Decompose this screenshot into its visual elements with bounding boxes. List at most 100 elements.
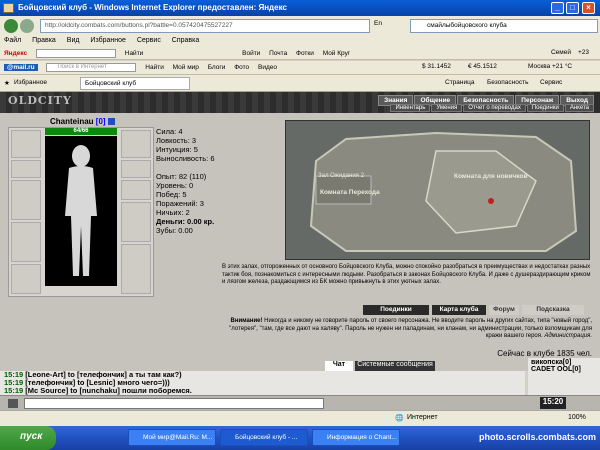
player-marker-icon xyxy=(488,198,494,204)
zoom-level[interactable]: 100% xyxy=(568,414,586,421)
start-button[interactable]: пуск xyxy=(0,426,56,450)
yandex-mail[interactable]: Почта xyxy=(269,50,287,57)
mailru-search-input[interactable]: Поиск в Интернет xyxy=(46,63,137,72)
gloves-slot[interactable] xyxy=(121,180,151,200)
task-myworld[interactable]: Мой мир@Mail.Ru: M... xyxy=(128,429,216,446)
yandex-find-button[interactable]: Найти xyxy=(125,50,144,57)
room-transition[interactable]: Комната Перехода xyxy=(320,189,380,196)
nav-profile[interactable]: Анкета xyxy=(564,104,594,112)
room-newbies[interactable]: Комната для новичков xyxy=(454,173,527,180)
menu-view[interactable]: Вид xyxy=(67,37,80,44)
safety-menu[interactable]: Безопасность xyxy=(487,79,528,86)
page-menu[interactable]: Страница xyxy=(445,79,474,86)
menu-bar: Файл Правка Вид Избранное Сервис Справка xyxy=(0,36,600,47)
chat-input[interactable] xyxy=(24,398,324,409)
club-map: Зал Ожидания 2 Комната Перехода Комната … xyxy=(285,120,590,260)
favorites-bar: ★ Избранное Бойцовский клуб Страница Без… xyxy=(0,75,600,92)
yandex-photos[interactable]: Фотки xyxy=(296,50,314,57)
smiley-icon[interactable] xyxy=(8,399,18,408)
address-toolbar: http://oldcity.combats.com/buttons.pl?ba… xyxy=(0,16,600,36)
mailru-myworld[interactable]: Мой мир xyxy=(173,64,199,71)
nav-skills[interactable]: Умения xyxy=(431,104,463,112)
game-header: OLDCITY Знания Общение Безопасность Персона… xyxy=(0,92,600,113)
menu-edit[interactable]: Правка xyxy=(32,37,56,44)
yandex-search-input[interactable] xyxy=(35,49,116,58)
earring-slot[interactable] xyxy=(121,130,151,158)
tab-system[interactable]: Системные сообщения xyxy=(355,361,435,371)
location-description: В этих залах, отгороженных от основного … xyxy=(222,264,591,285)
status-bar: 🌐 Интернет 100% xyxy=(0,410,600,426)
stat-stamina: Выносливость: 6 xyxy=(156,154,215,163)
fights-button[interactable]: Поединки xyxy=(363,305,429,315)
search-input[interactable]: смайлыбойцовского клуба xyxy=(410,19,598,33)
task-combats[interactable]: Бойцовский клуб - ... xyxy=(220,429,308,446)
boots-slot[interactable] xyxy=(121,244,151,294)
stat-teeth: Зубы: 0.00 xyxy=(156,226,193,235)
shield-slot[interactable] xyxy=(121,202,151,242)
mailru-find-button[interactable]: Найти xyxy=(145,64,164,71)
weather: Москва +21 °C xyxy=(528,63,573,70)
mailru-blogs[interactable]: Блоги xyxy=(208,64,226,71)
chat-log: 15:19 [Leone-Art] to [телефончик] а ты т… xyxy=(0,371,525,395)
menu-tools[interactable]: Сервис xyxy=(137,37,161,44)
info-icon[interactable] xyxy=(107,118,115,126)
close-button[interactable]: × xyxy=(582,2,595,14)
forward-icon[interactable] xyxy=(20,19,34,33)
encoding-label[interactable]: En xyxy=(374,20,382,27)
character-silhouette xyxy=(45,136,117,286)
menu-file[interactable]: Файл xyxy=(4,37,21,44)
forum-button[interactable]: Форум xyxy=(489,305,519,315)
hint-button[interactable]: Подсказка xyxy=(522,305,584,315)
tab-chat[interactable]: Чат xyxy=(325,361,353,371)
minimize-button[interactable]: _ xyxy=(551,2,564,14)
stat-intuition: Интуиция: 5 xyxy=(156,145,198,154)
mailru-video[interactable]: Видео xyxy=(258,64,277,71)
online-count: Сейчас в клубе 1835 чел. xyxy=(497,349,592,358)
ie-icon xyxy=(3,3,14,13)
stat-losses: Поражений: 3 xyxy=(156,199,204,208)
usd-rate: $ 31.1452 xyxy=(422,63,451,70)
mailru-toolbar: @mail.ru Поиск в Интернет Найти Мой мир … xyxy=(0,61,600,75)
armor-slot[interactable] xyxy=(11,222,41,262)
yandex-login[interactable]: Войти xyxy=(242,50,260,57)
maximize-button[interactable]: □ xyxy=(566,2,579,14)
mailru-photo[interactable]: Фото xyxy=(234,64,249,71)
browser-tab[interactable]: Бойцовский клуб xyxy=(80,77,190,90)
online-list: викопска[0] CADET OOL[0] xyxy=(528,358,600,395)
menu-help[interactable]: Справка xyxy=(172,37,199,44)
clock: 15:20 xyxy=(540,397,566,409)
online-user[interactable]: CADET OOL[0] xyxy=(531,366,597,373)
ring-slot[interactable] xyxy=(121,160,151,178)
yandex-family[interactable]: Семей xyxy=(551,49,571,56)
yandex-circle[interactable]: Мой Круг xyxy=(323,50,351,57)
task-info[interactable]: Информация о Chant... xyxy=(312,429,400,446)
body-figure-icon xyxy=(65,145,97,276)
window-titlebar: Бойцовский клуб - Windows Internet Explo… xyxy=(0,0,600,16)
nav-fights[interactable]: Поединки xyxy=(526,104,564,112)
mailru-logo: @mail.ru xyxy=(4,64,38,72)
internet-zone-icon: 🌐 xyxy=(395,415,404,422)
belt-slot[interactable] xyxy=(11,264,41,294)
eur-rate: € 45.1512 xyxy=(468,63,497,70)
favorites-star-icon[interactable]: ★ xyxy=(4,79,10,87)
stat-money: Деньги: 0.00 кр. xyxy=(156,217,215,226)
room-waiting[interactable]: Зал Ожидания 2 xyxy=(318,173,364,179)
stat-strength: Сила: 4 xyxy=(156,127,183,136)
helmet-slot[interactable] xyxy=(11,130,41,158)
nav-transfers[interactable]: Отчет о переводах xyxy=(463,104,526,112)
back-icon[interactable] xyxy=(4,19,18,33)
yandex-temp: +23 xyxy=(577,49,589,56)
nav-inventory[interactable]: Инвентарь xyxy=(390,104,431,112)
favorites-button[interactable]: Избранное xyxy=(14,79,47,86)
tools-menu[interactable]: Сервис xyxy=(540,79,562,86)
online-user[interactable]: викопска[0] xyxy=(531,359,597,366)
amulet-slot[interactable] xyxy=(11,160,41,178)
menu-favorites[interactable]: Избранное xyxy=(90,37,125,44)
address-input[interactable]: http://oldcity.combats.com/buttons.pl?ba… xyxy=(40,19,370,33)
weapon-slot[interactable] xyxy=(11,180,41,220)
club-map-button[interactable]: Карта клуба xyxy=(432,305,486,315)
stat-level: Уровень: 0 xyxy=(156,181,194,190)
security-warning: Внимание! Никогда и никому не говорите п… xyxy=(222,318,592,341)
chat-input-bar: 15:20 xyxy=(0,395,600,410)
yandex-logo: Яндекс xyxy=(4,50,28,58)
